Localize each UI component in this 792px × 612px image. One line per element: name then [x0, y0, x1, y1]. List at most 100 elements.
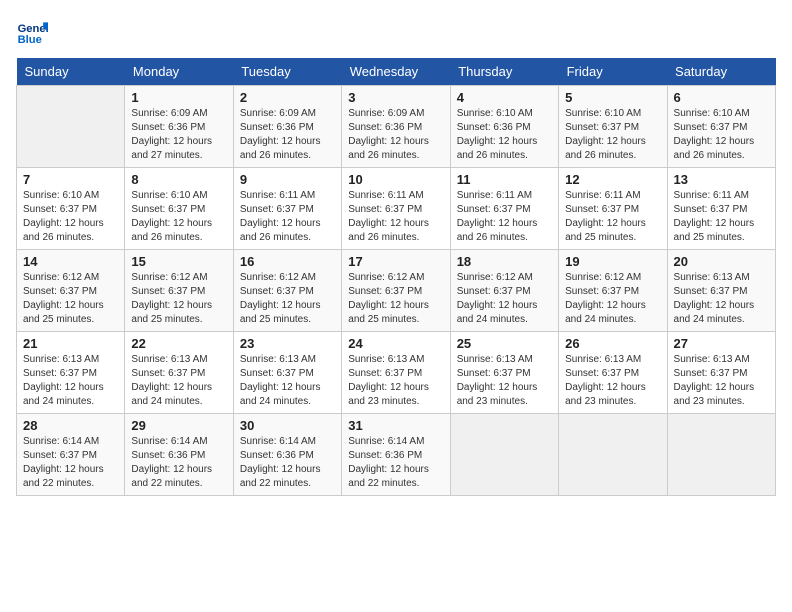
- day-number: 7: [23, 172, 118, 187]
- day-cell: 1Sunrise: 6:09 AMSunset: 6:36 PMDaylight…: [125, 86, 233, 168]
- day-cell: 28 Sunrise: 6:14 AMSunset: 6:37 PMDayligh…: [17, 414, 125, 496]
- day-cell: 31 Sunrise: 6:14 AMSunset: 6:36 PMDayligh…: [342, 414, 450, 496]
- day-number: 25: [457, 336, 552, 351]
- day-cell: 5 Sunrise: 6:10 AMSunset: 6:37 PMDaylight…: [559, 86, 667, 168]
- logo: General Blue: [16, 16, 52, 48]
- day-info: Sunrise: 6:10 AMSunset: 6:37 PMDaylight:…: [23, 189, 118, 245]
- day-cell: 22 Sunrise: 6:13 AMSunset: 6:37 PMDayligh…: [125, 332, 233, 414]
- day-info: Sunrise: 6:09 AMSunset: 6:36 PMDaylight:…: [131, 107, 226, 163]
- day-info: Sunrise: 6:13 AMSunset: 6:37 PMDaylight:…: [457, 353, 552, 409]
- day-cell: 6 Sunrise: 6:10 AMSunset: 6:37 PMDaylight…: [667, 86, 775, 168]
- week-row-3: 14 Sunrise: 6:12 AMSunset: 6:37 PMDayligh…: [17, 250, 776, 332]
- day-info: Sunrise: 6:14 AMSunset: 6:37 PMDaylight:…: [23, 435, 118, 491]
- day-info: Sunrise: 6:13 AMSunset: 6:37 PMDaylight:…: [131, 353, 226, 409]
- day-number: 11: [457, 172, 552, 187]
- day-info: Sunrise: 6:10 AMSunset: 6:37 PMDaylight:…: [674, 107, 769, 163]
- day-info: Sunrise: 6:12 AMSunset: 6:37 PMDaylight:…: [348, 271, 443, 327]
- day-number: 19: [565, 254, 660, 269]
- day-cell: 11 Sunrise: 6:11 AMSunset: 6:37 PMDayligh…: [450, 168, 558, 250]
- page-header: General Blue: [16, 16, 776, 48]
- day-number: 21: [23, 336, 118, 351]
- day-info: Sunrise: 6:12 AMSunset: 6:37 PMDaylight:…: [23, 271, 118, 327]
- day-cell: 17 Sunrise: 6:12 AMSunset: 6:37 PMDayligh…: [342, 250, 450, 332]
- day-info: Sunrise: 6:14 AMSunset: 6:36 PMDaylight:…: [131, 435, 226, 491]
- day-info: Sunrise: 6:13 AMSunset: 6:37 PMDaylight:…: [240, 353, 335, 409]
- day-number: 15: [131, 254, 226, 269]
- day-number: 10: [348, 172, 443, 187]
- header-row: SundayMondayTuesdayWednesdayThursdayFrid…: [17, 58, 776, 86]
- day-number: 5: [565, 90, 660, 105]
- col-header-wednesday: Wednesday: [342, 58, 450, 86]
- day-number: 31: [348, 418, 443, 433]
- day-info: Sunrise: 6:14 AMSunset: 6:36 PMDaylight:…: [348, 435, 443, 491]
- day-cell: 3Sunrise: 6:09 AMSunset: 6:36 PMDaylight…: [342, 86, 450, 168]
- day-cell: 16 Sunrise: 6:12 AMSunset: 6:37 PMDayligh…: [233, 250, 341, 332]
- day-cell: 29 Sunrise: 6:14 AMSunset: 6:36 PMDayligh…: [125, 414, 233, 496]
- day-info: Sunrise: 6:10 AMSunset: 6:37 PMDaylight:…: [131, 189, 226, 245]
- day-cell: 23 Sunrise: 6:13 AMSunset: 6:37 PMDayligh…: [233, 332, 341, 414]
- day-info: Sunrise: 6:12 AMSunset: 6:37 PMDaylight:…: [240, 271, 335, 327]
- day-cell: 2Sunrise: 6:09 AMSunset: 6:36 PMDaylight…: [233, 86, 341, 168]
- day-number: 29: [131, 418, 226, 433]
- day-info: Sunrise: 6:13 AMSunset: 6:37 PMDaylight:…: [565, 353, 660, 409]
- col-header-saturday: Saturday: [667, 58, 775, 86]
- day-cell: 13 Sunrise: 6:11 AMSunset: 6:37 PMDayligh…: [667, 168, 775, 250]
- day-number: 12: [565, 172, 660, 187]
- col-header-monday: Monday: [125, 58, 233, 86]
- day-number: 22: [131, 336, 226, 351]
- day-cell: [450, 414, 558, 496]
- day-cell: [17, 86, 125, 168]
- day-info: Sunrise: 6:11 AMSunset: 6:37 PMDaylight:…: [457, 189, 552, 245]
- logo-icon: General Blue: [16, 16, 48, 48]
- day-info: Sunrise: 6:13 AMSunset: 6:37 PMDaylight:…: [674, 353, 769, 409]
- day-number: 24: [348, 336, 443, 351]
- day-cell: [667, 414, 775, 496]
- day-number: 4: [457, 90, 552, 105]
- day-cell: 9 Sunrise: 6:11 AMSunset: 6:37 PMDaylight…: [233, 168, 341, 250]
- day-number: 23: [240, 336, 335, 351]
- day-info: Sunrise: 6:11 AMSunset: 6:37 PMDaylight:…: [674, 189, 769, 245]
- day-info: Sunrise: 6:13 AMSunset: 6:37 PMDaylight:…: [348, 353, 443, 409]
- day-cell: 7 Sunrise: 6:10 AMSunset: 6:37 PMDaylight…: [17, 168, 125, 250]
- day-number: 13: [674, 172, 769, 187]
- day-cell: 25 Sunrise: 6:13 AMSunset: 6:37 PMDayligh…: [450, 332, 558, 414]
- day-cell: 15Sunrise: 6:12 AMSunset: 6:37 PMDayligh…: [125, 250, 233, 332]
- day-number: 8: [131, 172, 226, 187]
- day-number: 9: [240, 172, 335, 187]
- day-number: 26: [565, 336, 660, 351]
- day-number: 20: [674, 254, 769, 269]
- col-header-sunday: Sunday: [17, 58, 125, 86]
- day-info: Sunrise: 6:10 AMSunset: 6:36 PMDaylight:…: [457, 107, 552, 163]
- day-info: Sunrise: 6:10 AMSunset: 6:37 PMDaylight:…: [565, 107, 660, 163]
- day-cell: 26 Sunrise: 6:13 AMSunset: 6:37 PMDayligh…: [559, 332, 667, 414]
- day-info: Sunrise: 6:13 AMSunset: 6:37 PMDaylight:…: [23, 353, 118, 409]
- col-header-friday: Friday: [559, 58, 667, 86]
- day-number: 30: [240, 418, 335, 433]
- day-cell: 20Sunrise: 6:13 AMSunset: 6:37 PMDayligh…: [667, 250, 775, 332]
- day-cell: 24 Sunrise: 6:13 AMSunset: 6:37 PMDayligh…: [342, 332, 450, 414]
- day-cell: 12 Sunrise: 6:11 AMSunset: 6:37 PMDayligh…: [559, 168, 667, 250]
- day-cell: 10Sunrise: 6:11 AMSunset: 6:37 PMDayligh…: [342, 168, 450, 250]
- day-info: Sunrise: 6:12 AMSunset: 6:37 PMDaylight:…: [565, 271, 660, 327]
- day-number: 16: [240, 254, 335, 269]
- col-header-thursday: Thursday: [450, 58, 558, 86]
- day-number: 17: [348, 254, 443, 269]
- svg-text:Blue: Blue: [18, 34, 42, 46]
- week-row-2: 7 Sunrise: 6:10 AMSunset: 6:37 PMDaylight…: [17, 168, 776, 250]
- day-info: Sunrise: 6:09 AMSunset: 6:36 PMDaylight:…: [348, 107, 443, 163]
- day-cell: 21 Sunrise: 6:13 AMSunset: 6:37 PMDayligh…: [17, 332, 125, 414]
- day-info: Sunrise: 6:11 AMSunset: 6:37 PMDaylight:…: [565, 189, 660, 245]
- day-number: 14: [23, 254, 118, 269]
- calendar-table: SundayMondayTuesdayWednesdayThursdayFrid…: [16, 58, 776, 496]
- day-cell: 4 Sunrise: 6:10 AMSunset: 6:36 PMDaylight…: [450, 86, 558, 168]
- day-number: 6: [674, 90, 769, 105]
- day-cell: 19 Sunrise: 6:12 AMSunset: 6:37 PMDayligh…: [559, 250, 667, 332]
- day-info: Sunrise: 6:11 AMSunset: 6:37 PMDaylight:…: [240, 189, 335, 245]
- day-cell: 30Sunrise: 6:14 AMSunset: 6:36 PMDayligh…: [233, 414, 341, 496]
- day-cell: 27Sunrise: 6:13 AMSunset: 6:37 PMDayligh…: [667, 332, 775, 414]
- day-number: 28: [23, 418, 118, 433]
- day-cell: [559, 414, 667, 496]
- day-info: Sunrise: 6:09 AMSunset: 6:36 PMDaylight:…: [240, 107, 335, 163]
- day-cell: 18Sunrise: 6:12 AMSunset: 6:37 PMDayligh…: [450, 250, 558, 332]
- day-info: Sunrise: 6:12 AMSunset: 6:37 PMDaylight:…: [457, 271, 552, 327]
